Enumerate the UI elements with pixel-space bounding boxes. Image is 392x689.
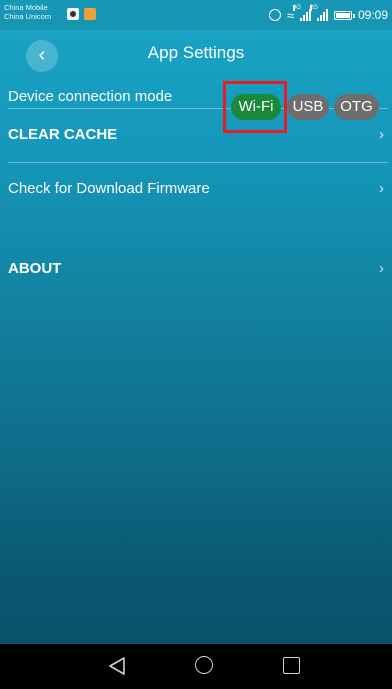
carrier-1: China Mobile (4, 3, 48, 12)
signal-tag-1: 4G (292, 5, 301, 11)
about-row[interactable]: ABOUT › (0, 253, 392, 287)
connection-mode-label: Device connection mode (8, 88, 173, 105)
carrier-2: China Unicom (4, 12, 52, 21)
system-nav-bar (0, 644, 392, 689)
chevron-right-icon: › (379, 126, 384, 143)
status-time: 09:09 (357, 8, 388, 22)
about-label: ABOUT (8, 260, 62, 277)
divider (8, 162, 388, 163)
nav-home-icon[interactable] (195, 656, 213, 674)
check-firmware-label: Check for Download Firmware (8, 180, 210, 197)
usb-mode-button[interactable]: USB (287, 94, 329, 120)
check-firmware-row[interactable]: Check for Download Firmware › (0, 173, 392, 207)
notification-icon (67, 8, 79, 20)
divider (8, 108, 388, 109)
app-notification-icon (84, 8, 96, 20)
chevron-right-icon: › (379, 180, 384, 197)
clear-cache-label: CLEAR CACHE (8, 126, 118, 143)
carrier-info: China Mobile China Unicom (4, 3, 51, 21)
chevron-right-icon: › (379, 260, 384, 277)
signal-icon-2: 2G (309, 5, 328, 21)
app-screen: China Mobile China Unicom ≈ 4G 2G 09:09 … (0, 0, 392, 689)
status-bar: China Mobile China Unicom ≈ 4G 2G 09:09 (0, 0, 392, 30)
status-icons: ≈ 4G 2G 09:09 (268, 0, 388, 30)
signal-tag-2: 2G (309, 5, 318, 11)
battery-icon (333, 10, 355, 20)
nav-back-icon[interactable] (108, 656, 126, 676)
page-title: App Settings (147, 43, 245, 62)
nav-recents-icon[interactable] (283, 657, 300, 674)
alarm-icon (268, 9, 281, 21)
clear-cache-row[interactable]: CLEAR CACHE › (0, 119, 392, 153)
otg-mode-button[interactable]: OTG (334, 94, 379, 120)
